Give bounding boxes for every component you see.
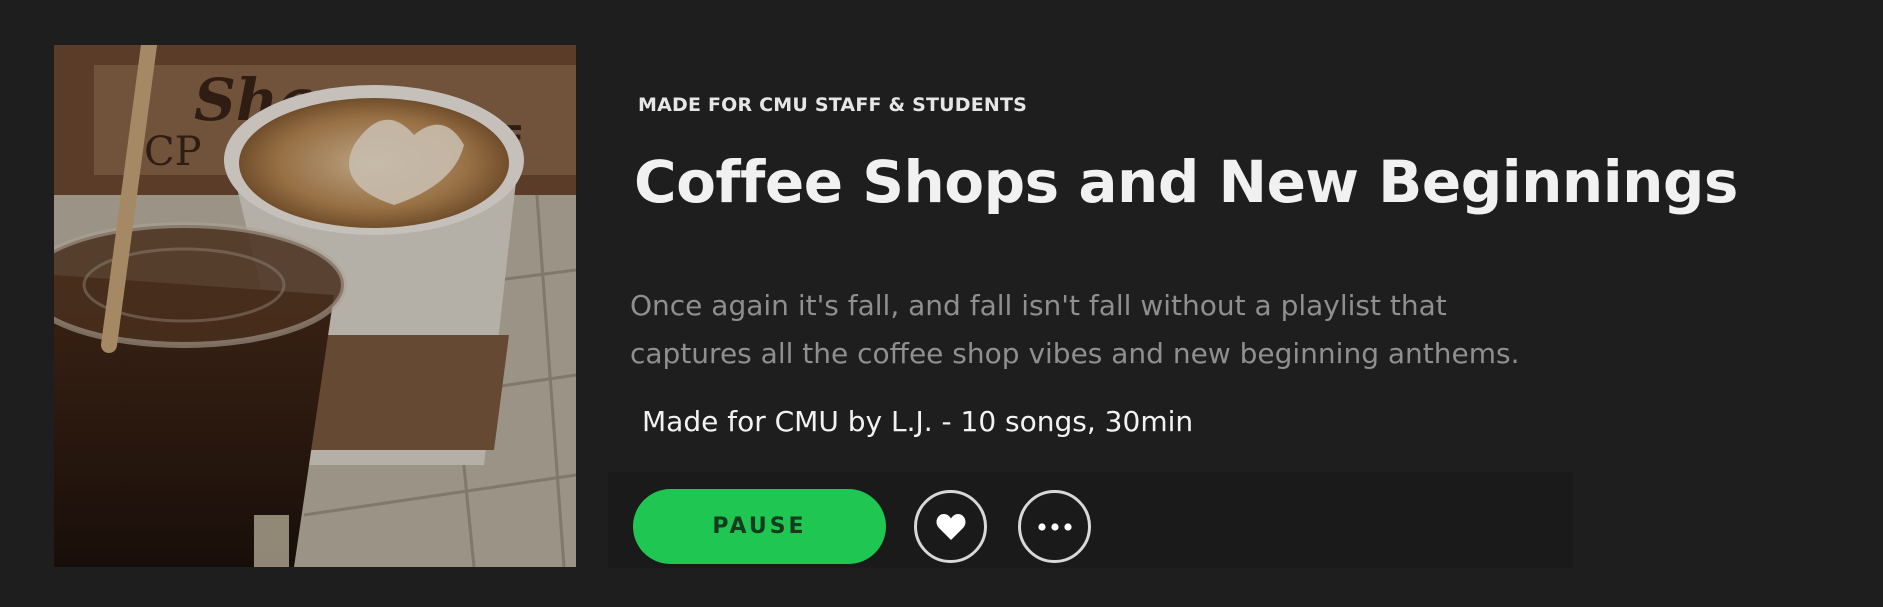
playlist-description: Once again it's fall, and fall isn't fal… xyxy=(630,282,1630,378)
description-line: Once again it's fall, and fall isn't fal… xyxy=(630,289,1447,322)
playlist-info: MADE FOR CMU STAFF & STUDENTS Coffee Sho… xyxy=(608,0,1830,607)
playlist-eyebrow: MADE FOR CMU STAFF & STUDENTS xyxy=(638,94,1028,116)
like-button[interactable] xyxy=(914,490,987,563)
playlist-meta: Made for CMU by L.J. - 10 songs, 30min xyxy=(642,405,1194,438)
description-line: captures all the coffee shop vibes and n… xyxy=(630,337,1520,370)
playlist-title: Coffee Shops and New Beginnings xyxy=(634,148,1738,216)
pause-button[interactable]: PAUSE xyxy=(633,489,886,564)
playlist-cover-image: Shaw CHEE CP xyxy=(54,45,576,567)
ellipsis-icon xyxy=(1037,522,1072,531)
playlist-header: Shaw CHEE CP MADE FOR CMU STAFF & STUDEN… xyxy=(0,0,1883,607)
heart-icon xyxy=(936,513,965,540)
more-options-button[interactable] xyxy=(1018,490,1091,563)
coffee-cups-photo: Shaw CHEE CP xyxy=(54,45,576,567)
